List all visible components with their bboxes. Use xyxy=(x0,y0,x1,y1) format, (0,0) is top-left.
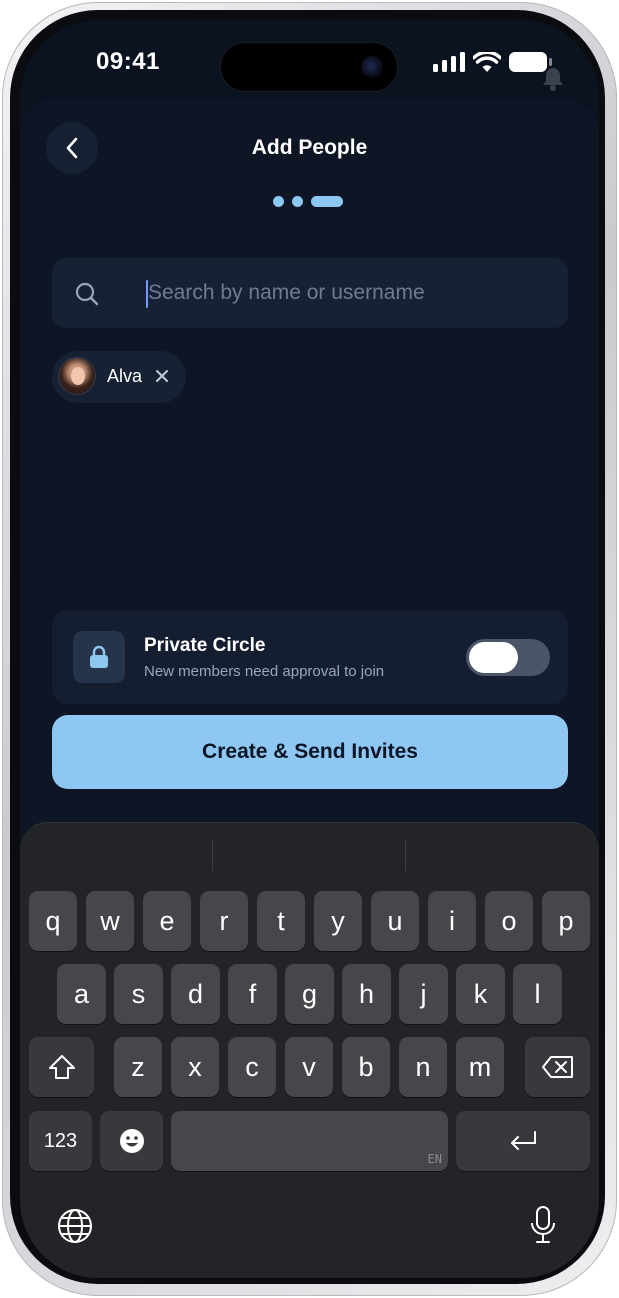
numbers-key[interactable]: 123 xyxy=(29,1111,92,1171)
key-h[interactable]: h xyxy=(342,964,391,1024)
step-dot xyxy=(292,196,303,207)
key-q[interactable]: q xyxy=(29,891,77,951)
screen: 09:41 Add People Search by name or usern… xyxy=(20,20,599,1278)
keyboard: qwertyuiop asdfghjkl zxcvbnm 123 EN xyxy=(20,822,599,1278)
lock-badge xyxy=(73,631,125,683)
close-icon[interactable] xyxy=(154,368,170,384)
key-s[interactable]: s xyxy=(114,964,163,1024)
globe-icon[interactable] xyxy=(57,1208,93,1244)
private-circle-subtitle: New members need approval to join xyxy=(144,663,385,680)
return-key[interactable] xyxy=(456,1111,590,1171)
step-indicator xyxy=(273,196,343,207)
key-m[interactable]: m xyxy=(456,1037,504,1097)
key-v[interactable]: v xyxy=(285,1037,333,1097)
status-icons xyxy=(433,51,553,73)
key-o[interactable]: o xyxy=(485,891,533,951)
search-bar[interactable] xyxy=(52,258,568,328)
emoji-key[interactable] xyxy=(100,1111,163,1171)
signal-icon xyxy=(433,52,465,72)
microphone-icon[interactable] xyxy=(530,1206,556,1244)
bell-icon xyxy=(543,68,563,91)
return-icon xyxy=(511,1131,536,1150)
avatar-face xyxy=(71,367,85,385)
private-circle-title: Private Circle xyxy=(144,635,266,656)
key-w[interactable]: w xyxy=(86,891,134,951)
key-z[interactable]: z xyxy=(114,1037,162,1097)
key-p[interactable]: p xyxy=(542,891,590,951)
backspace-key[interactable] xyxy=(525,1037,590,1097)
key-y[interactable]: y xyxy=(314,891,362,951)
toggle-knob xyxy=(469,642,518,673)
key-r[interactable]: r xyxy=(200,891,248,951)
create-send-invites-button[interactable]: Create & Send Invites xyxy=(52,715,568,789)
key-k[interactable]: k xyxy=(456,964,505,1024)
key-j[interactable]: j xyxy=(399,964,448,1024)
step-dot-active xyxy=(311,196,343,207)
emoji-icon xyxy=(119,1129,144,1153)
search-input[interactable] xyxy=(148,276,548,310)
search-icon xyxy=(75,282,99,306)
key-g[interactable]: g xyxy=(285,964,334,1024)
key-c[interactable]: c xyxy=(228,1037,276,1097)
avatar xyxy=(58,357,96,395)
prediction-divider xyxy=(212,839,213,871)
prediction-divider xyxy=(405,839,406,871)
key-i[interactable]: i xyxy=(428,891,476,951)
status-time: 09:41 xyxy=(96,48,160,75)
key-x[interactable]: x xyxy=(171,1037,219,1097)
step-dot xyxy=(273,196,284,207)
lock-icon xyxy=(90,645,108,668)
key-f[interactable]: f xyxy=(228,964,277,1024)
key-e[interactable]: e xyxy=(143,891,191,951)
keyboard-language-tag: EN xyxy=(427,1152,442,1166)
key-l[interactable]: l xyxy=(513,964,562,1024)
selected-person-chip[interactable]: Alva xyxy=(52,351,186,403)
key-t[interactable]: t xyxy=(257,891,305,951)
private-circle-card: Private Circle New members need approval… xyxy=(52,610,568,704)
key-d[interactable]: d xyxy=(171,964,220,1024)
key-n[interactable]: n xyxy=(399,1037,447,1097)
page-title: Add People xyxy=(251,136,368,159)
shift-key[interactable] xyxy=(29,1037,94,1097)
key-a[interactable]: a xyxy=(57,964,106,1024)
wifi-icon xyxy=(473,52,501,72)
key-u[interactable]: u xyxy=(371,891,419,951)
camera-icon xyxy=(361,56,383,78)
key-b[interactable]: b xyxy=(342,1037,390,1097)
private-circle-toggle[interactable] xyxy=(466,639,550,676)
shift-icon xyxy=(48,1055,75,1079)
backspace-icon xyxy=(541,1056,573,1078)
dynamic-island xyxy=(220,42,398,92)
selected-person-name: Alva xyxy=(107,366,143,386)
space-key[interactable]: EN xyxy=(171,1111,448,1171)
